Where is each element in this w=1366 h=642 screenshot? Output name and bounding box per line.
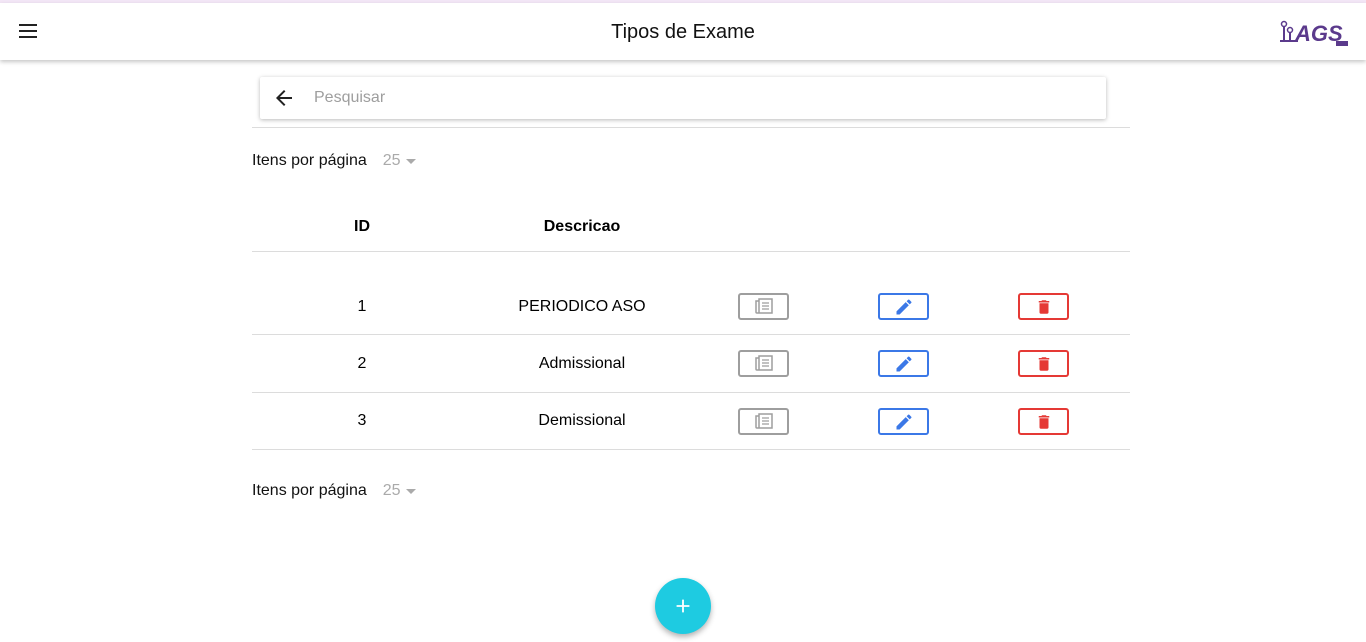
view-button[interactable] xyxy=(738,350,789,377)
items-per-page-label: Itens por página xyxy=(252,482,367,499)
items-per-page-select[interactable]: 25 xyxy=(383,482,416,500)
pencil-icon xyxy=(896,413,912,429)
row-descricao: Demissional xyxy=(538,412,626,429)
company-logo: AGS xyxy=(1280,20,1348,46)
row-descricao: Admissional xyxy=(538,355,626,372)
newspaper-icon xyxy=(754,412,773,429)
page-title: Tipos de Exame xyxy=(611,21,755,43)
table-row: 2 Admissional xyxy=(252,335,1130,392)
row-id: 3 xyxy=(357,412,367,429)
pencil-icon xyxy=(896,298,912,314)
items-per-page-value: 25 xyxy=(382,152,401,169)
view-button[interactable] xyxy=(738,293,789,320)
items-per-page-label: Itens por página xyxy=(252,152,367,169)
table-row: 3 Demissional xyxy=(252,392,1130,449)
view-button[interactable] xyxy=(738,408,789,435)
delete-button[interactable] xyxy=(1018,350,1069,377)
row-id: 2 xyxy=(357,355,367,372)
app-bar: Tipos de Exame AGS xyxy=(0,3,1366,60)
delete-button[interactable] xyxy=(1018,408,1069,435)
items-per-page-bottom: Itens por página 25 xyxy=(252,480,416,502)
edit-button[interactable] xyxy=(878,293,929,320)
column-header-id[interactable]: ID xyxy=(332,218,392,236)
header-divider xyxy=(252,251,1130,252)
edit-button[interactable] xyxy=(878,350,929,377)
caret-down-icon xyxy=(405,488,416,494)
add-button[interactable] xyxy=(655,578,711,634)
logo-text: AGS xyxy=(1294,21,1343,46)
divider xyxy=(252,127,1130,128)
search-bar xyxy=(260,77,1106,119)
edit-button[interactable] xyxy=(878,408,929,435)
table-bottom-divider xyxy=(252,449,1130,450)
trash-icon xyxy=(1038,414,1049,429)
row-descricao: PERIODICO ASO xyxy=(518,298,646,315)
search-input[interactable] xyxy=(314,85,1074,111)
column-header-descricao[interactable]: Descricao xyxy=(482,218,682,236)
items-per-page-top: Itens por página 25 xyxy=(252,150,416,172)
items-per-page-value: 25 xyxy=(382,482,401,499)
items-per-page-select[interactable]: 25 xyxy=(383,152,416,170)
caret-down-icon xyxy=(405,158,416,164)
plus-icon xyxy=(676,599,690,613)
trash-icon xyxy=(1038,299,1049,314)
pencil-icon xyxy=(896,355,912,371)
row-id: 1 xyxy=(357,298,367,315)
table-row: 1 PERIODICO ASO xyxy=(252,278,1130,335)
arrow-left-icon[interactable] xyxy=(272,86,296,110)
newspaper-icon xyxy=(754,354,773,371)
delete-button[interactable] xyxy=(1018,293,1069,320)
newspaper-icon xyxy=(754,297,773,314)
trash-icon xyxy=(1038,356,1049,371)
